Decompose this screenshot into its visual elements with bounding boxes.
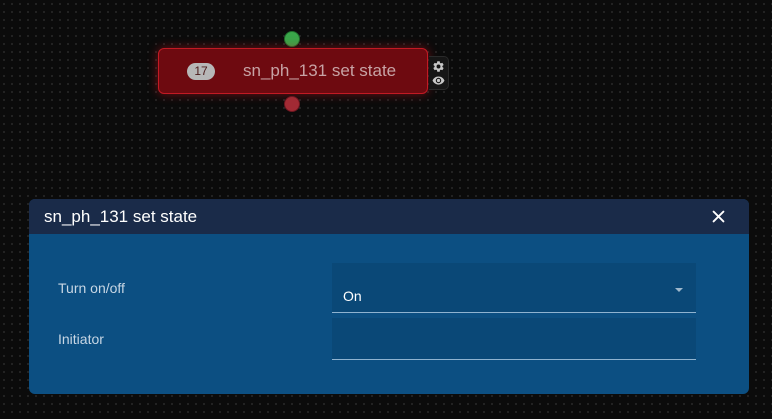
node-title: sn_ph_131 set state [243, 61, 397, 80]
initiator-label: Initiator [58, 331, 104, 347]
gear-icon[interactable] [432, 60, 445, 73]
node-output-port[interactable] [284, 96, 300, 112]
node-id-badge: 17 [187, 63, 215, 80]
node-settings-dialog: sn_ph_131 set state Turn on/off On Initi… [29, 199, 749, 394]
dialog-header: sn_ph_131 set state [29, 199, 749, 234]
chevron-down-icon [675, 288, 683, 292]
turn-on-off-value: On [343, 288, 362, 304]
dialog-title: sn_ph_131 set state [44, 207, 198, 226]
node-input-port[interactable] [284, 31, 300, 47]
flow-node[interactable]: 17 sn_ph_131 set state [158, 48, 428, 94]
turn-on-off-select[interactable]: On [332, 263, 696, 313]
eye-icon[interactable] [432, 74, 445, 87]
initiator-input[interactable] [332, 318, 696, 360]
turn-on-off-label: Turn on/off [58, 280, 125, 296]
node-toolbar [429, 56, 449, 90]
close-icon[interactable] [710, 208, 727, 225]
